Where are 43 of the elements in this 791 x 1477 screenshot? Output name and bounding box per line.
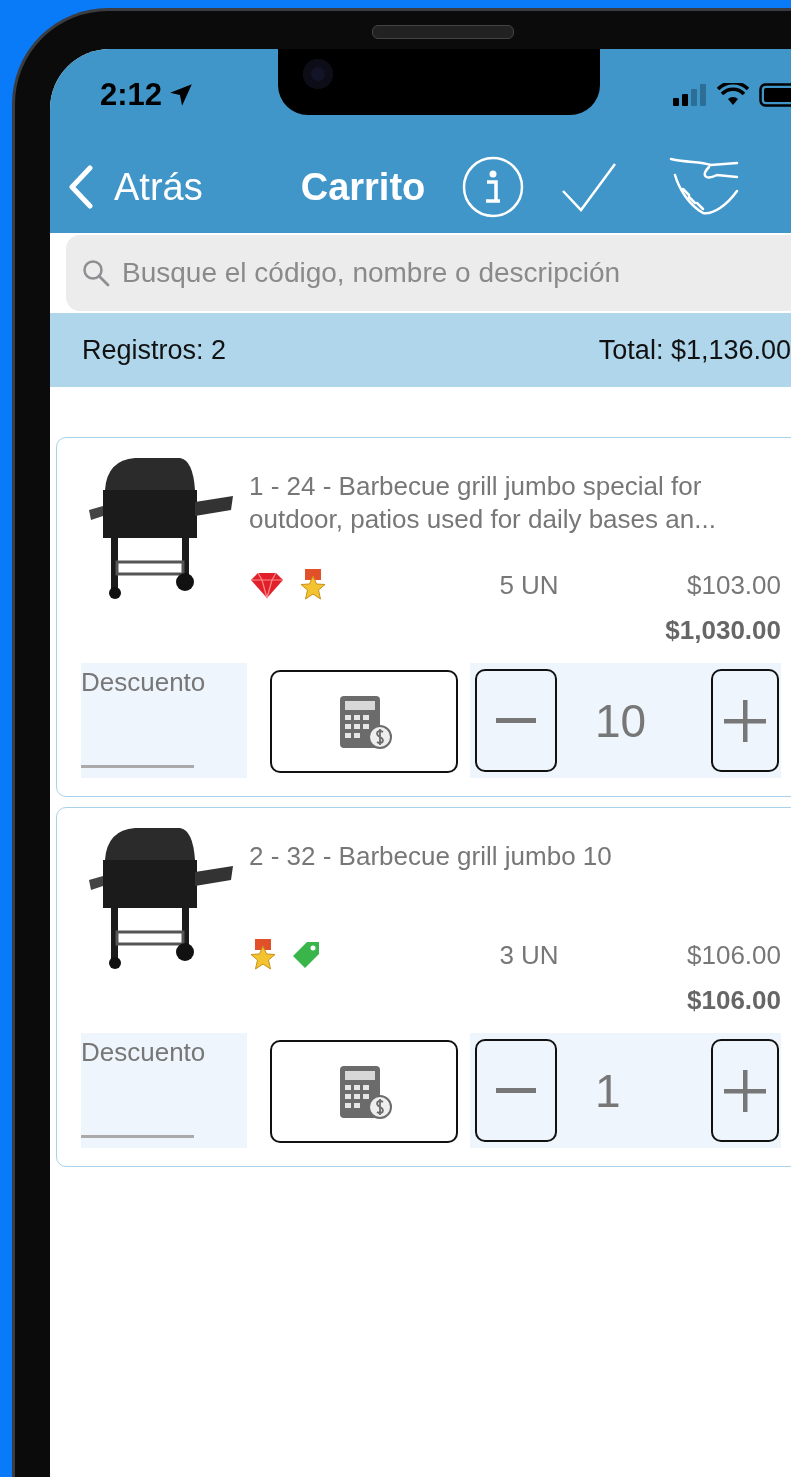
signal-icon (673, 84, 707, 106)
quantity-count: 10 (594, 693, 648, 748)
records-count: Registros: 2 (82, 334, 227, 366)
calculator-button[interactable] (270, 1040, 458, 1143)
calculator-button[interactable] (270, 670, 458, 773)
line-total: $1,030.00 (665, 614, 781, 646)
quantity-count: 1 (594, 1063, 622, 1118)
quantity-unit: 3 UN (498, 939, 560, 971)
chevron-left-icon (68, 165, 94, 209)
minus-icon (496, 1087, 536, 1094)
decrease-button[interactable] (475, 1039, 557, 1142)
increase-button[interactable] (711, 1039, 779, 1142)
camera-icon (303, 59, 333, 89)
increase-button[interactable] (711, 669, 779, 772)
unit-price: $103.00 (686, 569, 781, 601)
search-icon (82, 259, 110, 287)
discount-field[interactable]: Descuento (81, 1033, 247, 1148)
location-arrow-icon (168, 82, 195, 108)
product-description: 1 - 24 - Barbecue grill jumbo special for outdoor, patios used for daily bases an... (249, 470, 717, 536)
checkmark-icon[interactable] (561, 161, 618, 213)
medal-icon (299, 568, 327, 602)
page-title: Carrito (300, 165, 426, 209)
battery-icon (759, 83, 791, 107)
wifi-icon (717, 83, 749, 107)
discount-field[interactable]: Descuento (81, 663, 247, 778)
plus-icon (724, 1069, 766, 1112)
cart-item-card[interactable]: 2 - 32 - Barbecue grill jumbo 10 3 UN $106.00 $106.00 Descuento 1 (56, 807, 791, 1167)
tag-icon (291, 940, 321, 970)
gem-icon (249, 571, 285, 599)
plus-icon (724, 699, 766, 742)
product-description: 2 - 32 - Barbecue grill jumbo 10 (249, 840, 613, 873)
search-field[interactable]: Busque el código, nombre o descripción (66, 235, 791, 311)
total-amount: Total: $1,136.00 (598, 334, 791, 366)
status-time: 2:12 (100, 77, 163, 113)
medal-icon (249, 938, 277, 972)
info-icon[interactable] (461, 155, 526, 219)
cart-item-card[interactable]: 1 - 24 - Barbecue grill jumbo special for outdoor, patios used for daily bases an... 5 UN $103.00 $1,030.00 Descuento 10 (56, 437, 791, 797)
back-button[interactable]: Atrás (68, 165, 203, 209)
decrease-button[interactable] (475, 669, 557, 772)
unit-price: $106.00 (686, 939, 781, 971)
quantity-unit: 5 UN (498, 569, 560, 601)
minus-icon (496, 717, 536, 724)
line-total: $106.00 (687, 984, 781, 1016)
